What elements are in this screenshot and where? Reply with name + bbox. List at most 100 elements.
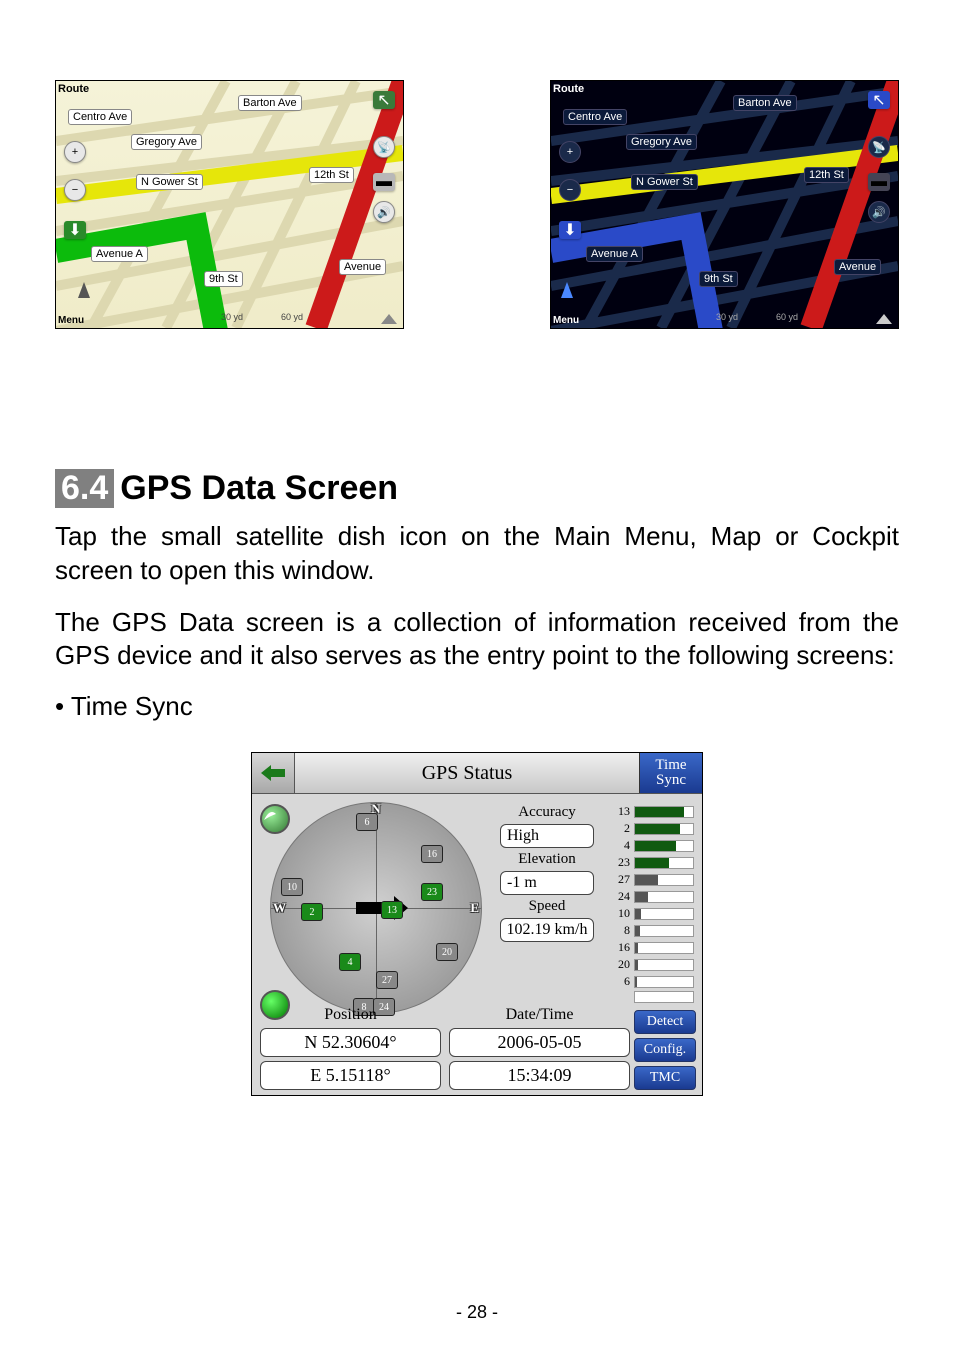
satellite-2: 2 [301,903,323,921]
accuracy-value: High [500,824,594,848]
satellite-dish-icon[interactable] [260,804,290,834]
menu-label-dark[interactable]: Menu [553,315,579,326]
signal-bar-27: 27 [612,872,694,887]
accuracy-label: Accuracy [518,804,575,821]
street-avenue-dark: Avenue [834,259,881,275]
street-9th: 9th St [204,271,243,287]
satellite-6: 6 [356,813,378,831]
satellite-icon[interactable]: 📡 [373,136,395,158]
street-9th-dark: 9th St [699,271,738,287]
signal-bar-16: 16 [612,940,694,955]
cardinal-e: E [470,900,479,916]
scale-30: 30 yd [221,312,243,322]
zoom-in-icon-dark[interactable]: + [559,141,581,163]
street-12th-dark: 12th St [804,167,849,183]
satellite-16: 16 [421,845,443,863]
zoom-in-icon[interactable]: + [64,141,86,163]
speed-value: 102.19 km/h [500,918,595,942]
datetime-label: Date/Time [449,1006,630,1024]
cardinal-w: W [273,900,286,916]
gps-status-screenshot: GPS Status Time Sync N E S W 61610231322… [251,752,703,1096]
position-label: Position [260,1006,441,1024]
gps-body: N E S W 616102313220427824 Accuracy High… [252,794,702,1096]
map-screenshot-night: Route Barton Ave Centro Ave Gregory Ave … [550,80,899,329]
street-gregory-dark: Gregory Ave [626,134,697,150]
street-barton-dark: Barton Ave [733,95,797,111]
street-avenue-a: Avenue A [91,246,148,262]
signal-bar-8: 8 [612,923,694,938]
satellite-23: 23 [421,883,443,901]
street-gregory: Gregory Ave [131,134,202,150]
section-number: 6.4 [55,469,114,508]
turn-icon[interactable]: ⬇ [64,221,86,239]
speed-label: Speed [529,898,566,915]
time-sync-button[interactable]: Time Sync [639,753,702,793]
back-button[interactable] [252,753,295,793]
elevation-label: Elevation [518,851,575,868]
signal-bar-20: 20 [612,957,694,972]
sound-icon-dark[interactable]: 🔊 [868,201,890,223]
side-buttons: Detect Config. TMC [634,1010,696,1090]
bottom-readouts: Position Date/Time N 52.30604° 2006-05-0… [260,1006,630,1090]
battery-icon: ▬ [373,173,395,191]
detect-button[interactable]: Detect [634,1010,696,1034]
time-value: 15:34:09 [449,1061,630,1090]
signal-bar-6: 6 [612,974,694,989]
satellite-icon-dark[interactable]: 📡 [868,136,890,158]
bullet-time-sync: • Time Sync [55,691,899,722]
zoom-out-icon[interactable]: − [64,179,86,201]
tmc-button[interactable]: TMC [634,1066,696,1090]
section-title: GPS Data Screen [120,469,398,508]
paragraph-2: The GPS Data screen is a collection of i… [55,606,899,674]
expand-icon-dark[interactable] [876,314,892,324]
scale-30-dark: 30 yd [716,312,738,322]
street-12th: 12th St [309,167,354,183]
satellite-27: 27 [376,971,398,989]
expand-icon[interactable] [381,314,397,324]
street-centro: Centro Ave [68,109,132,125]
signal-bar-10: 10 [612,906,694,921]
gps-header: GPS Status Time Sync [252,753,702,794]
sound-icon[interactable]: 🔊 [373,201,395,223]
signal-bars: 132423272410816206 [612,804,694,1005]
signal-bar-24: 24 [612,889,694,904]
longitude-value: E 5.15118° [260,1061,441,1090]
battery-icon-dark: ▬ [868,173,890,191]
heading-arrow-icon [78,282,90,298]
signal-bar-empty [612,991,694,1003]
route-label-dark: Route [553,83,584,95]
latitude-value: N 52.30604° [260,1028,441,1057]
turn-icon-dark[interactable]: ⬇ [559,221,581,239]
street-avenue: Avenue [339,259,386,275]
street-barton: Barton Ave [238,95,302,111]
date-value: 2006-05-05 [449,1028,630,1057]
satellite-10: 10 [281,878,303,896]
scale-60-dark: 60 yd [776,312,798,322]
street-ngower: N Gower St [136,174,203,190]
signal-bar-4: 4 [612,838,694,853]
satellite-13: 13 [381,901,403,919]
satellite-4: 4 [339,953,361,971]
elevation-value: -1 m [500,871,594,895]
sky-view: N E S W 616102313220427824 [270,802,482,1014]
satellite-20: 20 [436,943,458,961]
heading-arrow-icon-dark [561,282,573,298]
street-centro-dark: Centro Ave [563,109,627,125]
street-ngower-dark: N Gower St [631,174,698,190]
config-button[interactable]: Config. [634,1038,696,1062]
section-heading: 6.4 GPS Data Screen [55,469,899,508]
metrics-column: Accuracy High Elevation -1 m Speed 102.1… [488,804,606,942]
map-screenshots-row: Route Barton Ave Centro Ave Gregory Ave … [55,80,899,329]
zoom-out-icon-dark[interactable]: − [559,179,581,201]
gps-title: GPS Status [295,753,639,793]
menu-label[interactable]: Menu [58,315,84,326]
paragraph-1: Tap the small satellite dish icon on the… [55,520,899,588]
cursor-icon-dark[interactable]: ↖ [868,91,890,109]
route-label: Route [58,83,89,95]
back-arrow-icon [261,765,285,781]
scale-60: 60 yd [281,312,303,322]
signal-bar-13: 13 [612,804,694,819]
map-screenshot-day: Route Barton Ave Centro Ave Gregory Ave … [55,80,404,329]
cursor-icon[interactable]: ↖ [373,91,395,109]
street-avenue-a-dark: Avenue A [586,246,643,262]
